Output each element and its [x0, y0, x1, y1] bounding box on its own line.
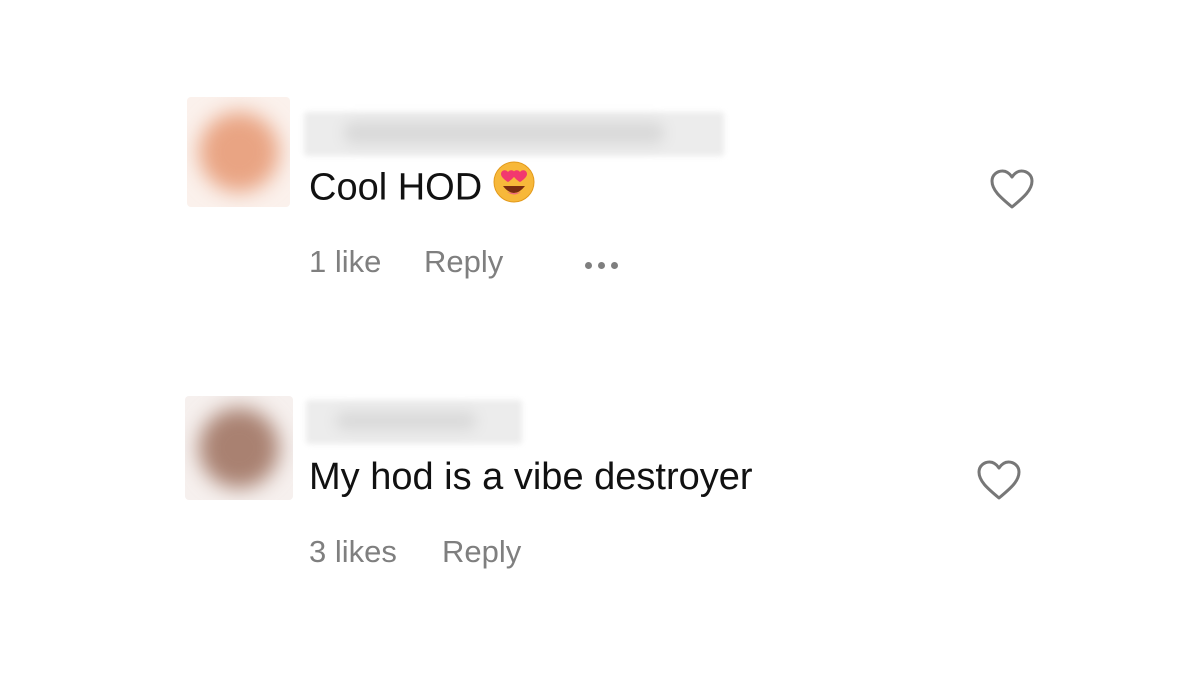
comment-item: My hod is a vibe destroyer 3 likes Reply [0, 330, 1200, 675]
likes-count[interactable]: 3 likes [309, 536, 397, 567]
heart-eyes-emoji-icon [492, 160, 536, 211]
like-heart-icon[interactable] [988, 167, 1036, 211]
more-options-icon[interactable] [585, 256, 624, 274]
avatar[interactable] [185, 396, 293, 500]
username-blurred[interactable] [306, 400, 522, 444]
reply-button[interactable]: Reply [424, 246, 503, 277]
username-blurred[interactable] [304, 112, 724, 156]
like-heart-icon[interactable] [975, 458, 1023, 502]
comment-body: Cool HOD [309, 166, 483, 209]
likes-count[interactable]: 1 like [309, 246, 381, 277]
reply-button[interactable]: Reply [442, 536, 521, 567]
comment-item: Cool HOD 1 like Reply [0, 0, 1200, 330]
avatar[interactable] [187, 97, 290, 207]
comment-text: Cool HOD [309, 161, 536, 211]
comment-text: My hod is a vibe destroyer [309, 456, 753, 498]
